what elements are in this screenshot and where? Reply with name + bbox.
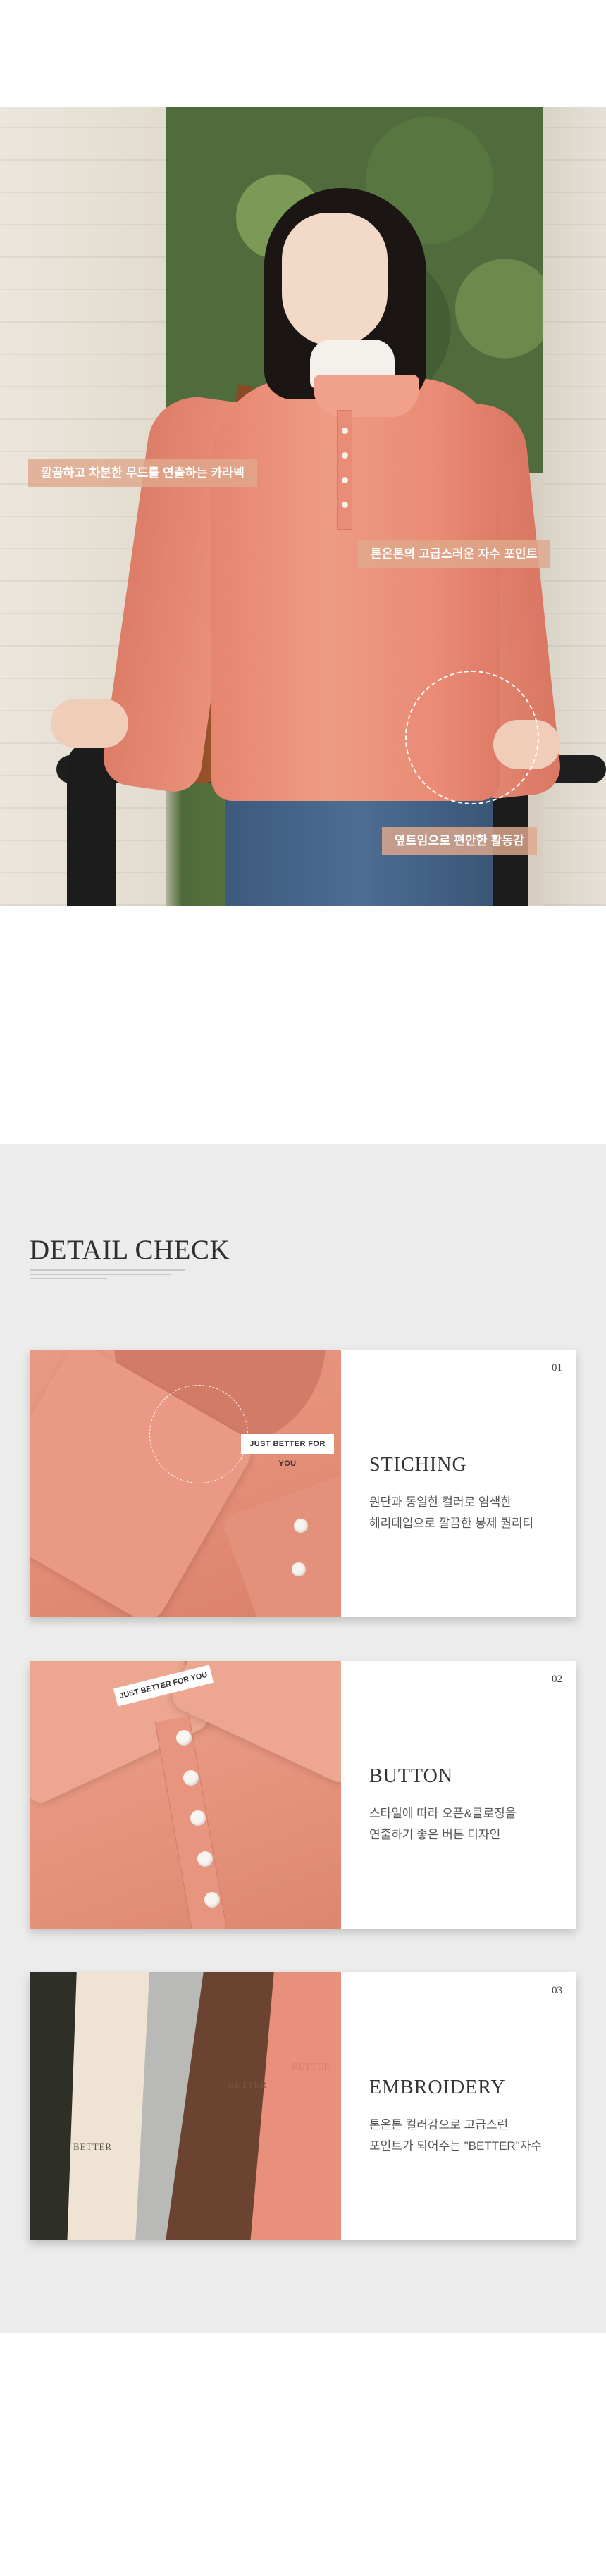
section-title: DETAIL CHECK [30, 1235, 230, 1265]
highlight-circle [149, 1385, 248, 1483]
button-photo: JUST BETTER FOR YOU [30, 1661, 341, 1929]
card-description: 톤온톤 컬러감으로 고급스런 포인트가 되어주는 "BETTER"자수 [369, 2118, 542, 2153]
detail-card-stitching: JUST BETTER FOR YOU 01 STICHING 원단과 동일한 … [30, 1350, 576, 1617]
callout-embroidery: 톤온톤의 고급스러운 자수 포인트 [358, 540, 550, 568]
shirt-button [204, 1892, 220, 1908]
model-face [282, 213, 388, 347]
shirt-button [294, 1519, 308, 1533]
hand-left [51, 699, 128, 748]
card-heading: STICHING [369, 1454, 467, 1476]
stitching-text: 01 STICHING 원단과 동일한 컬러로 염색한 헤리테입으로 깔끔한 봉… [341, 1350, 576, 1617]
embroidery-text: BETTER [228, 2079, 268, 2090]
embroidery-text: BETTER [73, 2141, 113, 2152]
callout-collar: 깔끔하고 차분한 무드를 연출하는 카라넥 [28, 459, 257, 487]
placket-button [342, 477, 348, 483]
card-number: 03 [552, 1985, 562, 1996]
product-detail-page: 깔끔하고 차분한 무드를 연출하는 카라넥 톤온톤의 고급스러운 자수 포인트 … [0, 0, 606, 2576]
card-number: 02 [552, 1674, 562, 1685]
button-text: 02 BUTTON 스타일에 따라 오픈&클로징을 연출하기 좋은 버튼 디자인 [341, 1661, 576, 1929]
card-description: 스타일에 따라 오픈&클로징을 연출하기 좋은 버튼 디자인 [369, 1807, 517, 1841]
shirt-button [292, 1562, 306, 1576]
embroidery-text: BETTER [292, 2061, 331, 2072]
detail-card-button: JUST BETTER FOR YOU 02 BUTTON 스타일에 따라 오픈… [30, 1661, 576, 1929]
embroidery-text-block: 03 EMBROIDERY 톤온톤 컬러감으로 고급스런 포인트가 되어주는 "… [341, 1972, 576, 2240]
polo-collar [314, 375, 419, 417]
shirt-button [176, 1730, 192, 1746]
shirt-button [183, 1770, 199, 1786]
shirt-button [190, 1810, 206, 1826]
card-heading: EMBROIDERY [369, 2077, 506, 2098]
shirt-button [197, 1851, 213, 1867]
hero-photo: 깔끔하고 차분한 무드를 연출하는 카라넥 톤온톤의 고급스러운 자수 포인트 … [0, 107, 606, 906]
card-heading: BUTTON [369, 1765, 454, 1787]
placket-button [342, 502, 348, 508]
embroidery-photo: BETTER BETTER BETTER [30, 1972, 341, 2240]
placket-button [342, 428, 348, 434]
card-number: 01 [552, 1362, 562, 1374]
placket-button [342, 452, 348, 459]
callout-side-slit: 옆트임으로 편안한 활동감 [382, 827, 538, 855]
detail-check-section: DETAIL CHECK JUST BETTER FOR YOU 01 STIC… [0, 1144, 606, 2333]
brand-label: JUST BETTER FOR YOU [241, 1434, 334, 1468]
detail-highlight-circle [405, 671, 539, 804]
card-description: 원단과 동일한 컬러로 염색한 헤리테입으로 깔끔한 봉제 퀄리티 [369, 1495, 534, 1530]
stitching-photo: JUST BETTER FOR YOU [30, 1350, 341, 1617]
section-subtitle-lines [30, 1269, 185, 1282]
detail-card-embroidery: BETTER BETTER BETTER 03 EMBROIDERY 톤온톤 컬… [30, 1972, 576, 2240]
